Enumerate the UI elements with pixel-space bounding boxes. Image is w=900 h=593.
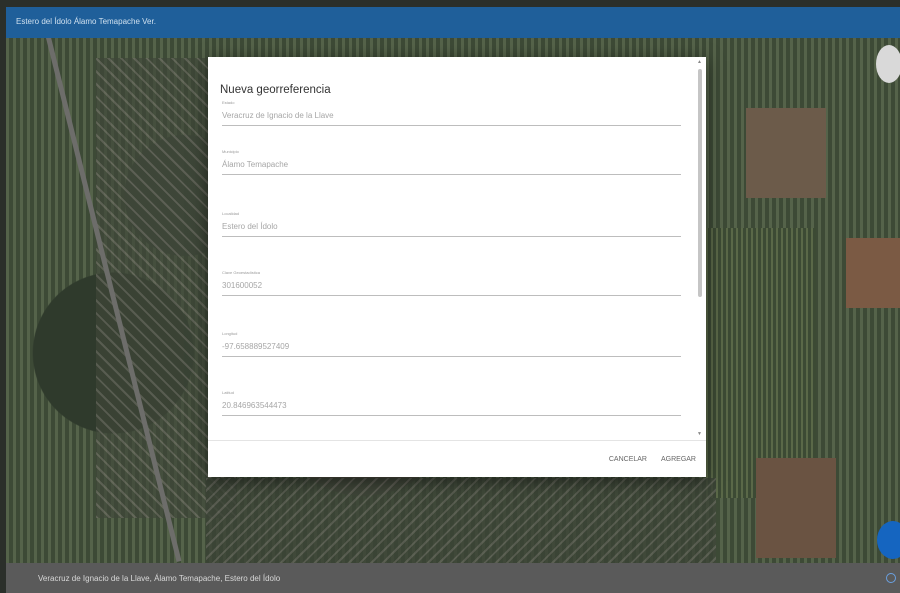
field-value[interactable]: Veracruz de Ignacio de la Llave bbox=[222, 111, 681, 125]
map-field-patch bbox=[756, 458, 836, 558]
field-estado[interactable]: Estado Veracruz de Ignacio de la Llave bbox=[222, 100, 681, 126]
crosshair-icon[interactable]: ◎ bbox=[886, 573, 896, 583]
header-title: Estero del Ídolo Álamo Temapache Ver. bbox=[16, 17, 156, 26]
field-value[interactable]: Álamo Temapache bbox=[222, 160, 681, 174]
map-houses bbox=[206, 478, 716, 563]
field-longitud[interactable]: Longitud -97.658889527409 bbox=[222, 331, 681, 357]
map-control-button[interactable] bbox=[876, 45, 900, 83]
field-label: Clave Geoestadística bbox=[222, 270, 261, 275]
field-value[interactable]: Estero del Ídolo bbox=[222, 222, 681, 236]
dialog-scrollbar[interactable]: ▲ ▼ bbox=[697, 59, 703, 439]
dialog-divider bbox=[208, 440, 706, 441]
field-municipio[interactable]: Municipio Álamo Temapache bbox=[222, 149, 681, 175]
arrow-down-icon[interactable]: ▼ bbox=[697, 431, 702, 437]
footer-location-text: Veracruz de Ignacio de la Llave, Álamo T… bbox=[38, 574, 281, 583]
new-georeference-dialog: Nueva georreferencia Estado Veracruz de … bbox=[208, 57, 706, 477]
field-label: Estado bbox=[222, 100, 235, 105]
field-label: Latitud bbox=[222, 390, 235, 395]
dialog-actions: CANCELAR AGREGAR bbox=[609, 456, 696, 463]
arrow-up-icon[interactable]: ▲ bbox=[697, 59, 702, 65]
map-field-patch bbox=[746, 108, 826, 198]
field-value[interactable]: 20.846963544473 bbox=[222, 401, 681, 415]
cancel-button[interactable]: CANCELAR bbox=[609, 456, 647, 463]
field-value[interactable]: 301600052 bbox=[222, 281, 681, 295]
map-field-patch bbox=[846, 238, 900, 308]
location-footer: Veracruz de Ignacio de la Llave, Álamo T… bbox=[6, 563, 900, 593]
field-localidad[interactable]: Localidad Estero del Ídolo bbox=[222, 211, 681, 237]
field-latitud[interactable]: Latitud 20.846963544473 bbox=[222, 390, 681, 416]
app-header: Estero del Ídolo Álamo Temapache Ver. bbox=[6, 7, 900, 38]
field-label: Longitud bbox=[222, 331, 238, 336]
field-value[interactable]: -97.658889527409 bbox=[222, 342, 681, 356]
scroll-thumb[interactable] bbox=[698, 69, 702, 297]
field-label: Localidad bbox=[222, 211, 240, 216]
field-label: Municipio bbox=[222, 149, 239, 154]
field-clave-geoestadistica[interactable]: Clave Geoestadística 301600052 bbox=[222, 270, 681, 296]
dialog-title: Nueva georreferencia bbox=[220, 84, 331, 96]
add-button[interactable]: AGREGAR bbox=[661, 456, 696, 463]
